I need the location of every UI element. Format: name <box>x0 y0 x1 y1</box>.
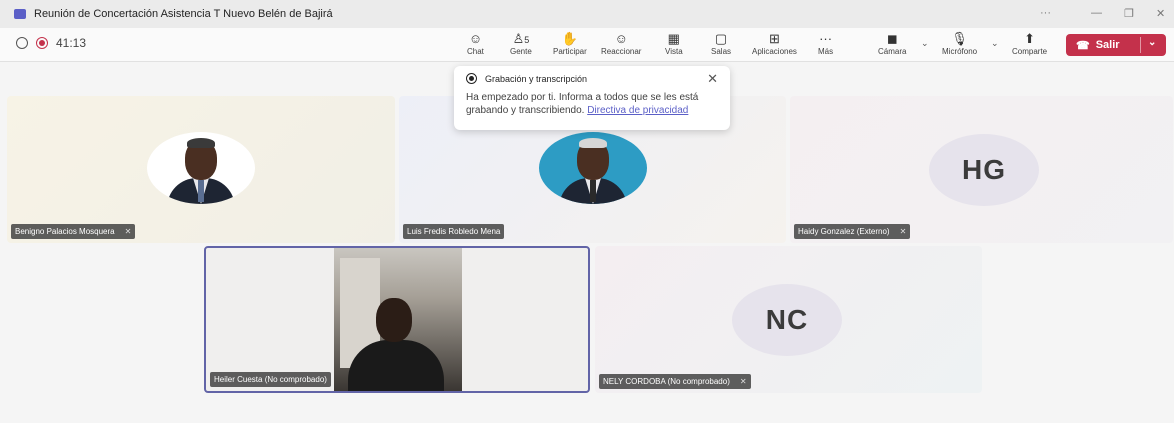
leave-label: Salir <box>1095 39 1120 51</box>
people-count: 5 <box>524 35 530 45</box>
recording-notification: Grabación y transcripción ✕ Ha empezado … <box>454 66 730 130</box>
notification-title: Grabación y transcripción <box>485 73 588 84</box>
participant-name-tag: Luis Fredis Robledo Mena <box>403 224 505 239</box>
participant-name: NELY CORDOBA (No comprobado) <box>603 377 730 386</box>
leave-divider <box>1140 37 1141 53</box>
camera-off-icon: ◼ <box>886 31 898 46</box>
participant-photo <box>147 132 255 204</box>
participant-name: Benigno Palacios Mosquera <box>15 227 115 236</box>
more-icon: ··· <box>819 31 833 46</box>
active-speaker-tile[interactable]: Heiler Cuesta (No comprobado) <box>204 246 590 393</box>
window-title: Reunión de Concertación Asistencia T Nue… <box>34 8 333 20</box>
more-options-icon[interactable]: ··· <box>1040 7 1051 19</box>
view-button[interactable]: ▦ Vista <box>665 31 683 59</box>
share-button[interactable]: ⬆ Comparte <box>1012 31 1047 59</box>
participant-initials-avatar: NC <box>732 284 842 356</box>
leave-button[interactable]: ☎ Salir ⌄ <box>1066 34 1166 56</box>
share-icon: ⬆ <box>1024 31 1036 46</box>
apps-button[interactable]: ⊞ Aplicaciones <box>752 31 797 59</box>
participant-tile[interactable]: Benigno Palacios Mosquera ✕ <box>7 96 395 243</box>
mic-muted-icon: ✕ <box>124 227 132 236</box>
mic-muted-icon: ✕ <box>899 227 907 236</box>
microphone-button[interactable]: 🎙 Micrófono <box>942 31 977 59</box>
chat-button[interactable]: ☺ Chat <box>467 31 484 59</box>
camera-button[interactable]: ◼ Cámara <box>878 31 906 59</box>
microphone-label: Micrófono <box>942 47 978 56</box>
more-label: Más <box>818 47 834 56</box>
title-bar: Reunión de Concertación Asistencia T Nue… <box>0 0 1174 28</box>
chat-icon: ☺ <box>468 31 483 46</box>
participant-initials-avatar: HG <box>929 134 1039 206</box>
view-label: Vista <box>665 47 683 56</box>
restore-button[interactable]: ❐ <box>1124 7 1134 20</box>
react-label: Reaccionar <box>601 47 642 56</box>
recording-icon[interactable] <box>36 37 48 49</box>
people-icon: ♙5 <box>512 31 530 46</box>
participant-photo <box>539 132 647 204</box>
phone-hangup-icon: ☎ <box>1076 39 1090 52</box>
apps-icon: ⊞ <box>769 31 780 46</box>
apps-label: Aplicaciones <box>752 47 797 56</box>
rooms-label: Salas <box>711 47 732 56</box>
participant-video <box>334 248 462 391</box>
camera-label: Cámara <box>878 47 907 56</box>
minimize-button[interactable]: — <box>1091 7 1102 19</box>
raise-hand-icon: ✋ <box>561 31 578 46</box>
view-icon: ▦ <box>667 31 680 46</box>
teams-logo-icon <box>14 9 26 19</box>
share-label: Comparte <box>1012 47 1048 56</box>
participant-name: Haidy Gonzalez (Externo) <box>798 227 890 236</box>
recording-icon <box>466 73 477 84</box>
participant-name-tag: Haidy Gonzalez (Externo) ✕ <box>794 224 911 239</box>
camera-options-chevron-icon[interactable]: ⌄ <box>921 38 929 49</box>
participant-name: Heiler Cuesta (No comprobado) <box>214 375 327 384</box>
participant-name: Luis Fredis Robledo Mena <box>407 227 501 236</box>
close-window-button[interactable]: ✕ <box>1156 7 1165 20</box>
recording-status: 41:13 <box>16 36 86 50</box>
rooms-button[interactable]: ▢ Salas <box>711 31 731 59</box>
participant-name-tag: NELY CORDOBA (No comprobado) ✕ <box>599 374 751 389</box>
close-icon[interactable]: ✕ <box>707 71 718 87</box>
meeting-timer: 41:13 <box>56 36 87 50</box>
people-label: Gente <box>510 47 532 56</box>
mic-options-chevron-icon[interactable]: ⌄ <box>991 38 999 49</box>
react-button[interactable]: ☺ Reaccionar <box>601 31 641 59</box>
privacy-policy-link[interactable]: Directiva de privacidad <box>587 105 688 116</box>
participant-tile[interactable]: NC NELY CORDOBA (No comprobado) ✕ <box>595 246 982 393</box>
mic-muted-icon: ✕ <box>739 377 747 386</box>
leave-options-chevron-icon[interactable]: ⌄ <box>1148 37 1156 48</box>
participant-tile[interactable]: HG Haidy Gonzalez (Externo) ✕ <box>790 96 1173 243</box>
shield-icon <box>16 37 28 49</box>
participant-name-tag: Heiler Cuesta (No comprobado) <box>210 372 331 387</box>
raise-hand-button[interactable]: ✋ Participar <box>553 31 587 59</box>
reaction-icon: ☺ <box>614 31 628 46</box>
meeting-toolbar: 41:13 ☺ Chat ♙5 Gente ✋ Participar ☺ Rea… <box>0 28 1174 62</box>
people-button[interactable]: ♙5 Gente <box>510 31 532 59</box>
raise-hand-label: Participar <box>553 47 587 56</box>
mic-off-icon: 🎙 <box>951 31 968 46</box>
more-button[interactable]: ··· Más <box>818 31 833 59</box>
rooms-icon: ▢ <box>714 31 728 46</box>
participant-name-tag: Benigno Palacios Mosquera ✕ <box>11 224 136 239</box>
chat-label: Chat <box>467 47 484 56</box>
